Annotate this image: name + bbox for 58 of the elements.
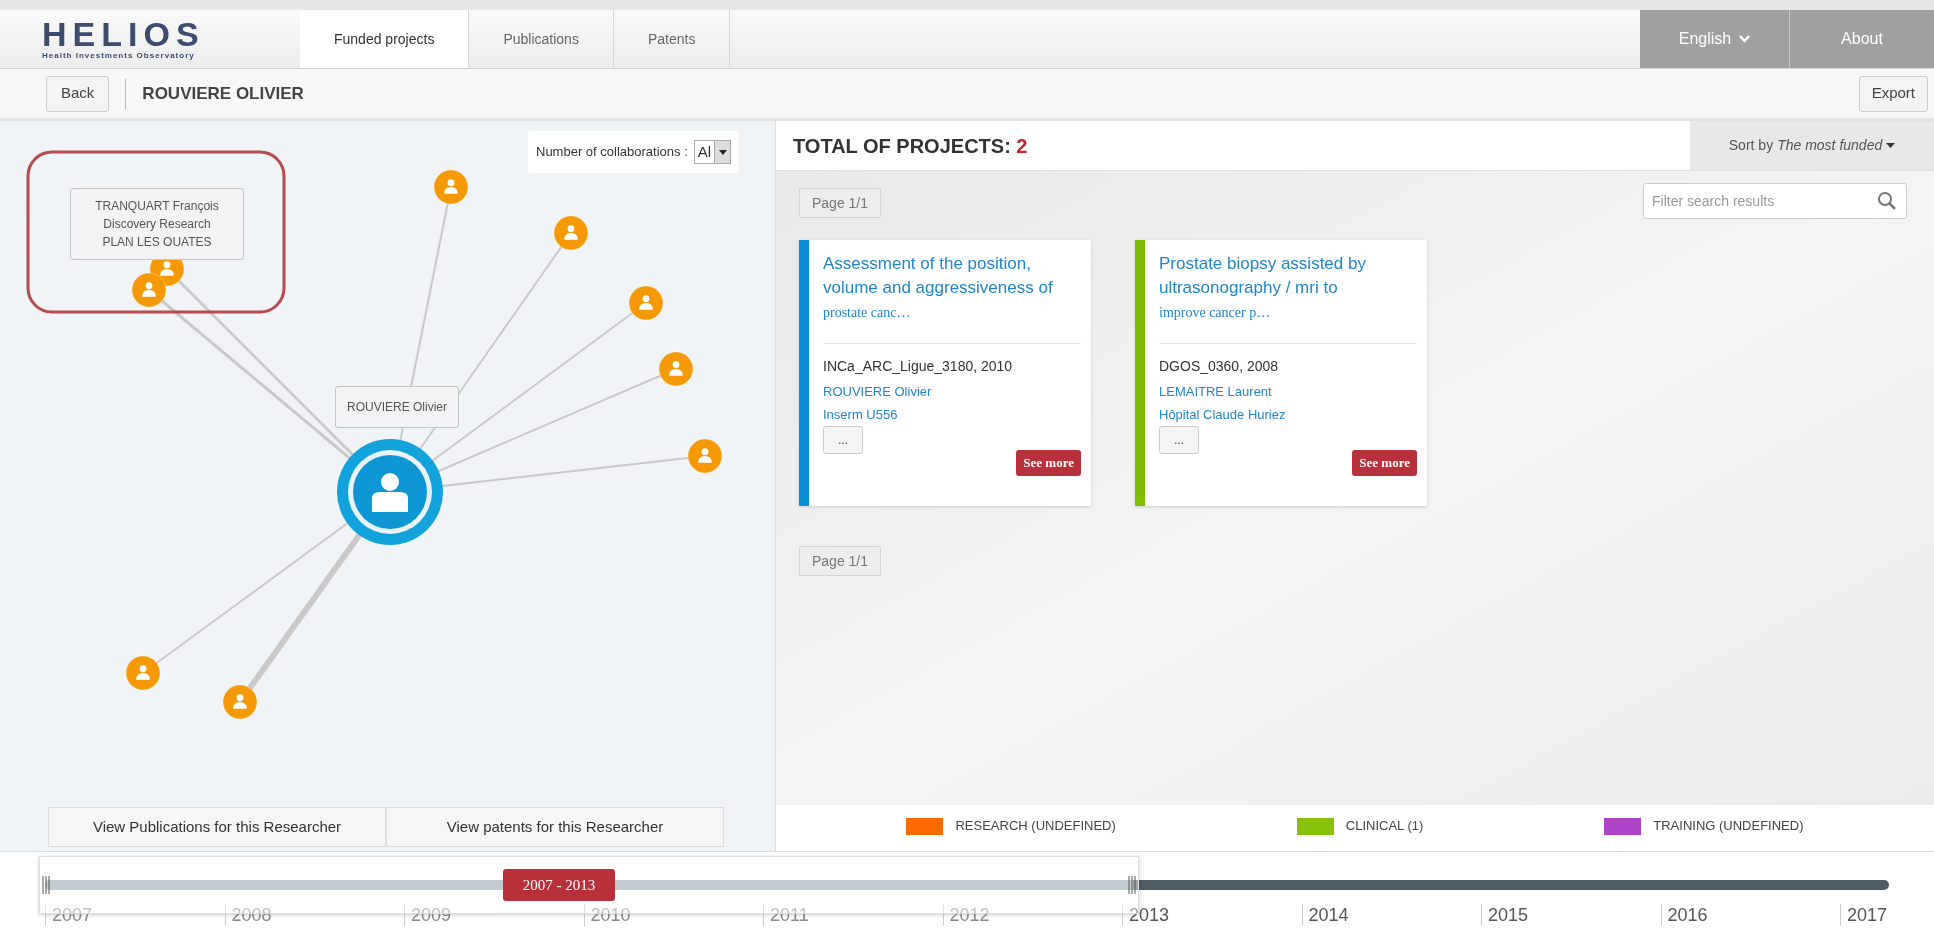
timeline-track[interactable] (45, 880, 1889, 890)
researcher-link-button[interactable]: View Publications for this Researcher (48, 807, 386, 847)
year-label: 2015 (1481, 904, 1661, 926)
person-node[interactable] (222, 684, 258, 720)
person-node[interactable] (125, 655, 161, 691)
range-label: 2007 - 2013 (502, 869, 616, 901)
projects-total: TOTAL OF PROJECTS: 2 (792, 133, 1029, 159)
person-node[interactable] (658, 351, 694, 387)
person-node[interactable] (433, 169, 469, 205)
project-title-link[interactable]: Assessment of the position, volume and aggressiveness of prostate canc… (823, 252, 1081, 325)
project-reference: DGOS_0360, 2008 (1159, 357, 1280, 376)
nav-tab[interactable]: Publications (469, 10, 614, 68)
researcher-name: ROUVIERE OLIVIER (142, 82, 305, 105)
nav-tab[interactable]: Funded projects (300, 10, 470, 68)
logo[interactable]: HELIOS Health Investments Observatory (0, 10, 300, 68)
logo-wordmark: HELIOS (42, 17, 206, 51)
search-icon (1877, 191, 1897, 211)
year-label: 2016 (1660, 904, 1840, 926)
year-label: 2017 (1840, 904, 1890, 926)
institution-link[interactable]: Hôpital Claude Huriez (1159, 404, 1417, 426)
node-label: ROUVIERE Olivier (335, 386, 459, 428)
legend-label: TRAINING (UNDEFINED) (1653, 817, 1804, 836)
logo-tagline: Health Investments Observatory (42, 51, 196, 61)
export-button[interactable]: Export (1858, 75, 1928, 112)
researcher-link-button[interactable]: View patents for this Researcher (386, 807, 724, 847)
node-tooltip: TRANQUART François Discovery Research PLAN LES OUATES (70, 188, 244, 260)
person-node[interactable] (687, 438, 723, 474)
person-link[interactable]: ROUVIERE Olivier (823, 380, 1081, 404)
filter-search-field[interactable]: Filter search results (1643, 183, 1907, 219)
year-label: 2013 (1122, 904, 1302, 926)
chevron-down-icon (1739, 35, 1751, 43)
more-button[interactable]: ... (1159, 426, 1199, 454)
more-button[interactable]: ... (823, 426, 863, 454)
back-button[interactable]: Back (46, 75, 110, 112)
center-person-node[interactable] (337, 439, 443, 545)
collaborations-select[interactable]: Al (693, 140, 732, 164)
person-node[interactable] (553, 215, 589, 251)
legend-label: CLINICAL (1) (1345, 817, 1424, 836)
institution-link[interactable]: Inserm U556 (823, 404, 1081, 426)
project-reference: INCa_ARC_Ligue_3180, 2010 (823, 357, 1014, 376)
project-title-link[interactable]: Prostate biopsy assisted by ultrasonography / mri to improve cancer p… (1159, 252, 1417, 325)
person-link[interactable]: LEMAITRE Laurent (1159, 380, 1417, 404)
page-indicator[interactable]: Page 1/1 (799, 546, 882, 576)
caret-icon (1886, 143, 1896, 148)
legend-label: RESEARCH (UNDEFINED) (955, 817, 1116, 836)
see-more-button[interactable]: See more (1016, 450, 1081, 476)
range-handle-icon[interactable] (1126, 876, 1137, 894)
sort-dropdown[interactable]: Sort by The most funded (1690, 121, 1934, 170)
range-handle-icon[interactable] (41, 876, 51, 894)
page-indicator[interactable]: Page 1/1 (799, 188, 882, 218)
year-label: 2014 (1301, 904, 1481, 926)
see-more-button[interactable]: See more (1352, 450, 1417, 476)
year-label: 2007 (45, 904, 225, 926)
year-label: 2011 (763, 904, 943, 926)
filter-label: Number of collaborations : (536, 143, 688, 162)
nav-tab[interactable]: Patents (613, 10, 731, 68)
person-node[interactable] (131, 272, 167, 308)
person-node[interactable] (628, 285, 664, 321)
